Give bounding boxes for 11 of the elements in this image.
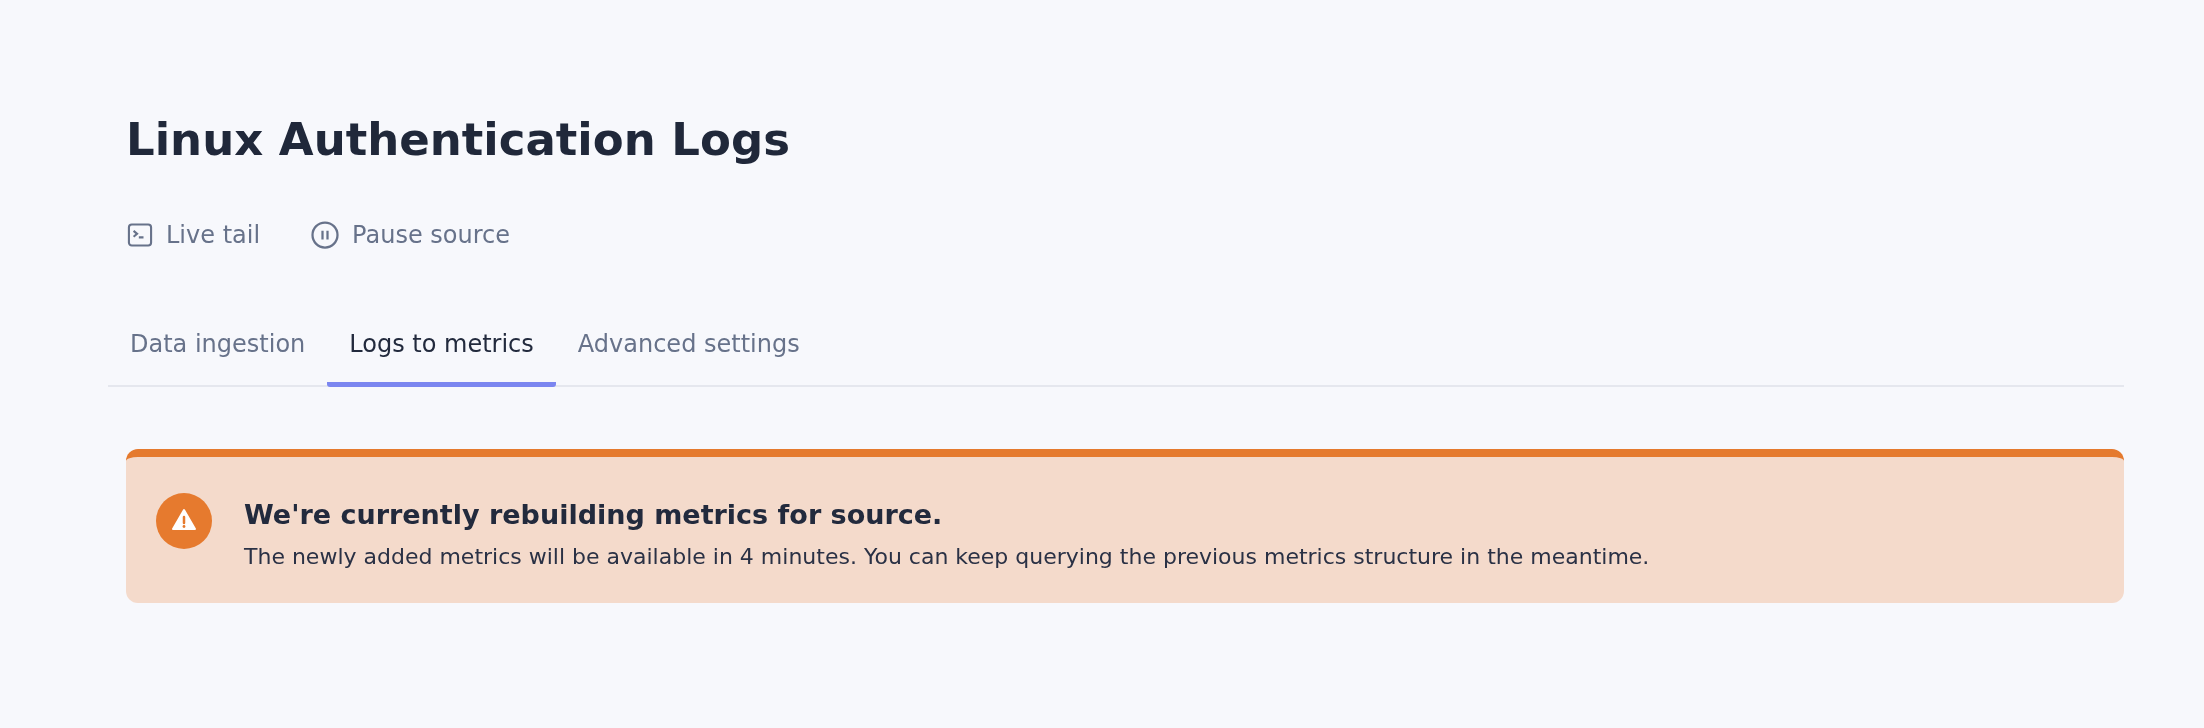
warning-icon (156, 493, 212, 549)
action-button[interactable]: Pause source (310, 220, 510, 250)
tab[interactable]: Advanced settings (555, 314, 822, 387)
pause-icon (310, 220, 341, 250)
alert-message: The newly added metrics will be available in 4 minutes. You can keep querying the previous metrics structure in the meantime. (244, 544, 1650, 569)
terminal-icon (126, 221, 154, 249)
page-title: Linux Authentication Logs (126, 112, 791, 168)
tab[interactable]: Data ingestion (108, 314, 328, 387)
action-button[interactable]: Live tail (126, 220, 261, 250)
alert-heading: We're currently rebuilding metrics for source. (244, 499, 944, 530)
tab[interactable]: Logs to metrics (327, 314, 556, 387)
